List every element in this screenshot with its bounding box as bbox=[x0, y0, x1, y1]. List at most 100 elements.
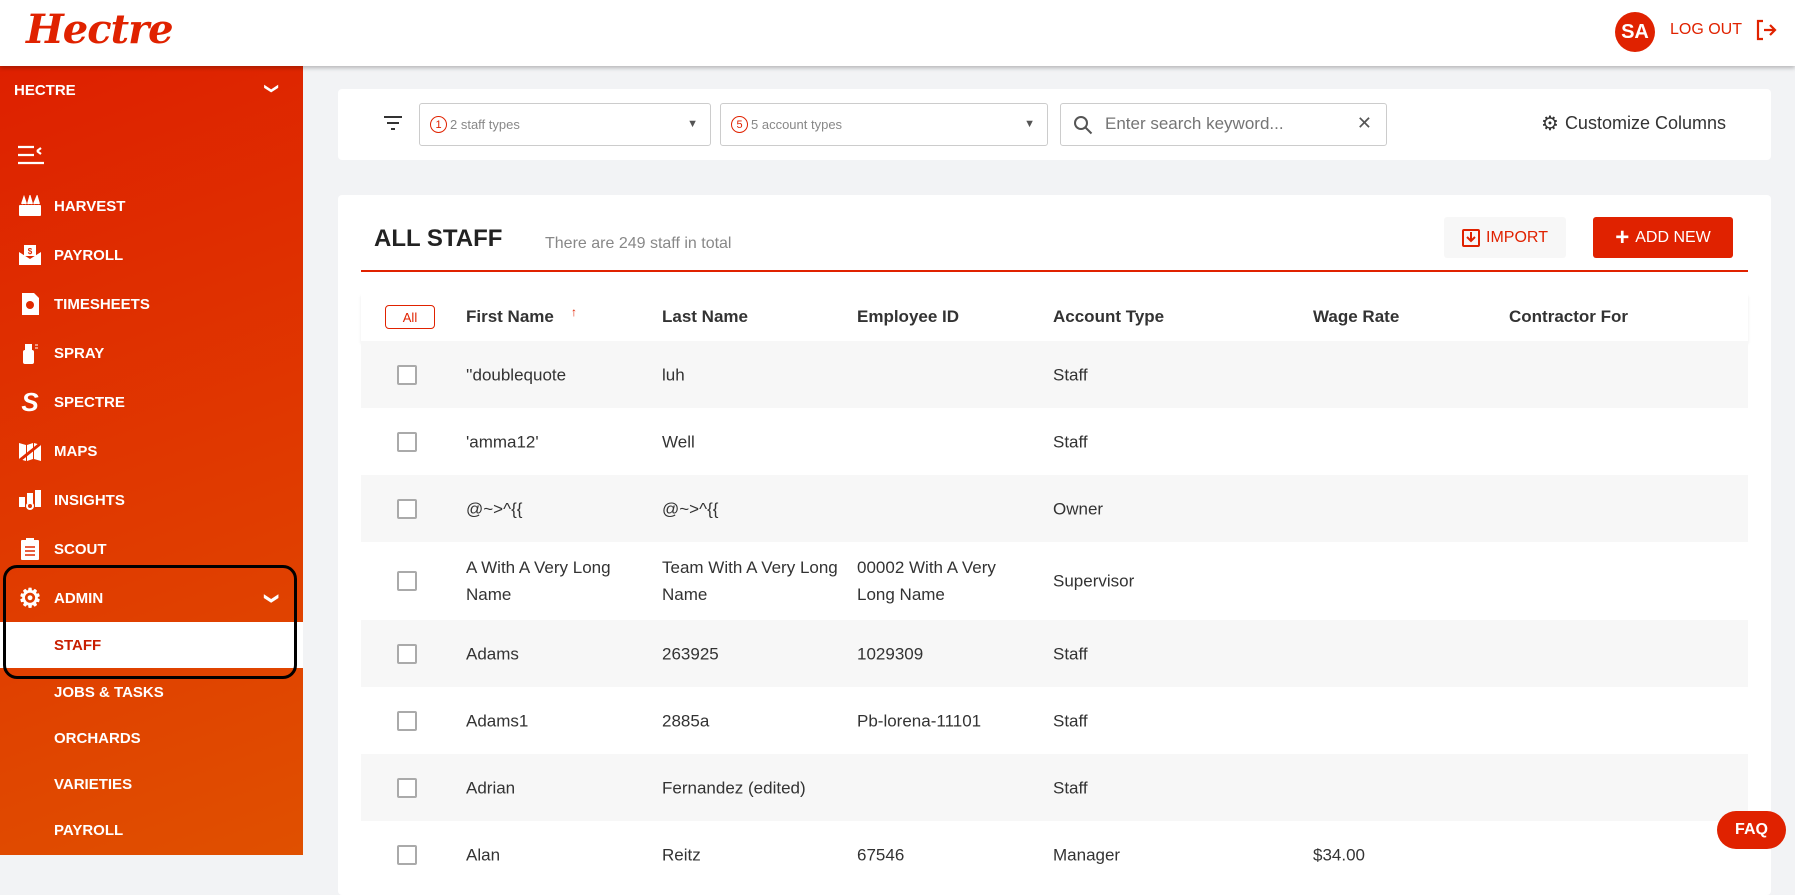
row-checkbox[interactable] bbox=[397, 431, 417, 452]
clear-search-icon[interactable]: ✕ bbox=[1357, 113, 1372, 134]
cell-first-name: Adams1 bbox=[466, 711, 529, 730]
spectre-icon: S bbox=[21, 386, 39, 417]
sidebar-item-label: TIMESHEETS bbox=[54, 295, 150, 313]
sidebar-item-payroll[interactable]: $ PAYROLL bbox=[0, 233, 303, 277]
import-button[interactable]: IMPORT bbox=[1444, 217, 1566, 258]
add-new-label: ADD NEW bbox=[1635, 228, 1711, 246]
sidebar-item-spray[interactable]: SPRAY bbox=[0, 331, 303, 375]
cell-first-name: A With A Very Long Name bbox=[466, 558, 611, 604]
filter-bar: 1 2 staff types ▼ 5 5 account types ▼ ✕ … bbox=[338, 89, 1771, 160]
staff-table-card: ALL STAFF There are 249 staff in total I… bbox=[338, 195, 1771, 895]
hectre-logo[interactable]: Hectre bbox=[26, 6, 174, 53]
plus-icon: + bbox=[1615, 223, 1630, 251]
top-header: Hectre SA LOG OUT bbox=[0, 0, 1795, 66]
column-header-last-name[interactable]: Last Name bbox=[662, 307, 748, 327]
search-box: ✕ bbox=[1060, 103, 1387, 146]
sidebar-subitem-jobs-tasks[interactable]: JOBS & TASKS bbox=[0, 669, 303, 715]
row-checkbox[interactable] bbox=[397, 777, 417, 798]
import-label: IMPORT bbox=[1486, 228, 1548, 246]
cell-last-name: 263925 bbox=[662, 644, 719, 663]
maps-icon bbox=[17, 438, 43, 464]
sidebar-item-harvest[interactable]: HARVEST bbox=[0, 184, 303, 228]
user-avatar[interactable]: SA bbox=[1615, 12, 1655, 52]
sidebar-item-label: ADMIN bbox=[54, 589, 104, 607]
sidebar-subitem-orchards[interactable]: ORCHARDS bbox=[0, 715, 303, 761]
insights-icon bbox=[17, 487, 43, 513]
chevron-down-icon: ❯ bbox=[264, 592, 281, 604]
table-row[interactable]: Adams 263925 1029309 Staff bbox=[361, 620, 1748, 687]
row-checkbox[interactable] bbox=[397, 364, 417, 385]
gear-icon: ⚙ bbox=[18, 582, 42, 613]
sidebar: HECTRE ❯ HARVEST $ PAYROLL TIMESHEETS SPRAY S… bbox=[0, 66, 303, 855]
cell-first-name: 'amma12' bbox=[466, 432, 539, 451]
page-title: ALL STAFF bbox=[374, 225, 503, 252]
table-row[interactable]: Adrian Fernandez (edited) Staff bbox=[361, 754, 1748, 821]
svg-text:$: $ bbox=[28, 247, 33, 256]
org-selector[interactable]: HECTRE bbox=[14, 82, 76, 99]
row-checkbox[interactable] bbox=[397, 571, 417, 591]
logout-icon[interactable] bbox=[1754, 18, 1778, 42]
faq-button[interactable]: FAQ bbox=[1717, 811, 1786, 849]
cell-last-name: @~>^{{ bbox=[662, 499, 719, 518]
sidebar-subitem-staff[interactable]: STAFF bbox=[0, 622, 303, 668]
table-row[interactable]: 'amma12' Well Staff bbox=[361, 408, 1748, 475]
search-input[interactable] bbox=[1105, 114, 1345, 134]
add-new-button[interactable]: + ADD NEW bbox=[1593, 217, 1733, 258]
spray-icon bbox=[17, 340, 43, 366]
cell-account-type: Owner bbox=[1053, 499, 1104, 518]
row-checkbox[interactable] bbox=[397, 643, 417, 664]
chevron-down-icon[interactable]: ❯ bbox=[263, 83, 280, 95]
account-types-label: 5 account types bbox=[751, 117, 843, 132]
gear-icon: ⚙ bbox=[1541, 113, 1559, 135]
cell-last-name: Well bbox=[662, 432, 695, 451]
table-row[interactable]: A With A Very Long Name Team With A Very … bbox=[361, 542, 1748, 620]
cell-last-name: 2885a bbox=[662, 711, 710, 730]
table-row[interactable]: Adams1 2885a Pb-lorena-11101 Staff bbox=[361, 687, 1748, 754]
sidebar-item-label: SCOUT bbox=[54, 540, 107, 558]
sidebar-subitem-varieties[interactable]: VARIETIES bbox=[0, 761, 303, 807]
column-header-first-name[interactable]: First Name bbox=[466, 307, 554, 327]
sidebar-item-admin[interactable]: ⚙ ADMIN ❯ bbox=[0, 576, 303, 620]
sidebar-item-timesheets[interactable]: TIMESHEETS bbox=[0, 282, 303, 326]
cell-employee-id: Pb-lorena-11101 bbox=[857, 711, 982, 730]
customize-columns-button[interactable]: ⚙ Customize Columns bbox=[1541, 111, 1726, 136]
column-header-wage-rate[interactable]: Wage Rate bbox=[1313, 307, 1399, 327]
cell-first-name: Adrian bbox=[466, 778, 516, 797]
sidebar-item-label: MAPS bbox=[54, 442, 98, 460]
sidebar-item-insights[interactable]: INSIGHTS bbox=[0, 478, 303, 522]
cell-first-name: Adams bbox=[466, 644, 519, 663]
column-header-contractor-for[interactable]: Contractor For bbox=[1509, 307, 1628, 327]
search-icon bbox=[1074, 116, 1093, 135]
column-header-account-type[interactable]: Account Type bbox=[1053, 307, 1164, 327]
caret-down-icon: ▼ bbox=[687, 118, 698, 130]
table-row[interactable]: ''doublequote luh Staff bbox=[361, 341, 1748, 408]
cell-last-name: luh bbox=[662, 365, 685, 384]
select-all-button[interactable]: All bbox=[385, 305, 435, 329]
staff-types-dropdown[interactable]: 1 2 staff types ▼ bbox=[419, 103, 711, 146]
sidebar-item-scout[interactable]: SCOUT bbox=[0, 527, 303, 571]
row-checkbox[interactable] bbox=[397, 498, 417, 519]
row-checkbox[interactable] bbox=[397, 710, 417, 731]
logout-link[interactable]: LOG OUT bbox=[1670, 21, 1742, 39]
harvest-icon bbox=[17, 193, 43, 219]
scout-icon bbox=[17, 536, 43, 562]
staff-count-text: There are 249 staff in total bbox=[545, 235, 732, 252]
cell-first-name: @~>^{{ bbox=[466, 499, 523, 518]
sort-ascending-icon[interactable]: ↑ bbox=[571, 305, 577, 319]
cell-account-type: Staff bbox=[1053, 432, 1088, 451]
sidebar-item-maps[interactable]: MAPS bbox=[0, 429, 303, 473]
filter-icon[interactable] bbox=[383, 115, 403, 131]
staff-types-label: 2 staff types bbox=[450, 117, 520, 132]
cell-account-type: Staff bbox=[1053, 711, 1088, 730]
account-types-dropdown[interactable]: 5 5 account types ▼ bbox=[720, 103, 1048, 146]
column-header-employee-id[interactable]: Employee ID bbox=[857, 307, 959, 327]
sidebar-subitem-payroll[interactable]: PAYROLL bbox=[0, 807, 303, 853]
collapse-menu-icon[interactable] bbox=[17, 144, 45, 166]
timesheets-icon bbox=[17, 291, 43, 317]
table-row[interactable]: @~>^{{ @~>^{{ Owner bbox=[361, 475, 1748, 542]
cell-account-type: Supervisor bbox=[1053, 571, 1135, 591]
sidebar-item-spectre[interactable]: S SPECTRE bbox=[0, 380, 303, 424]
sidebar-item-label: INSIGHTS bbox=[54, 491, 125, 509]
customize-columns-label: Customize Columns bbox=[1564, 113, 1726, 133]
cell-account-type: Staff bbox=[1053, 644, 1088, 663]
